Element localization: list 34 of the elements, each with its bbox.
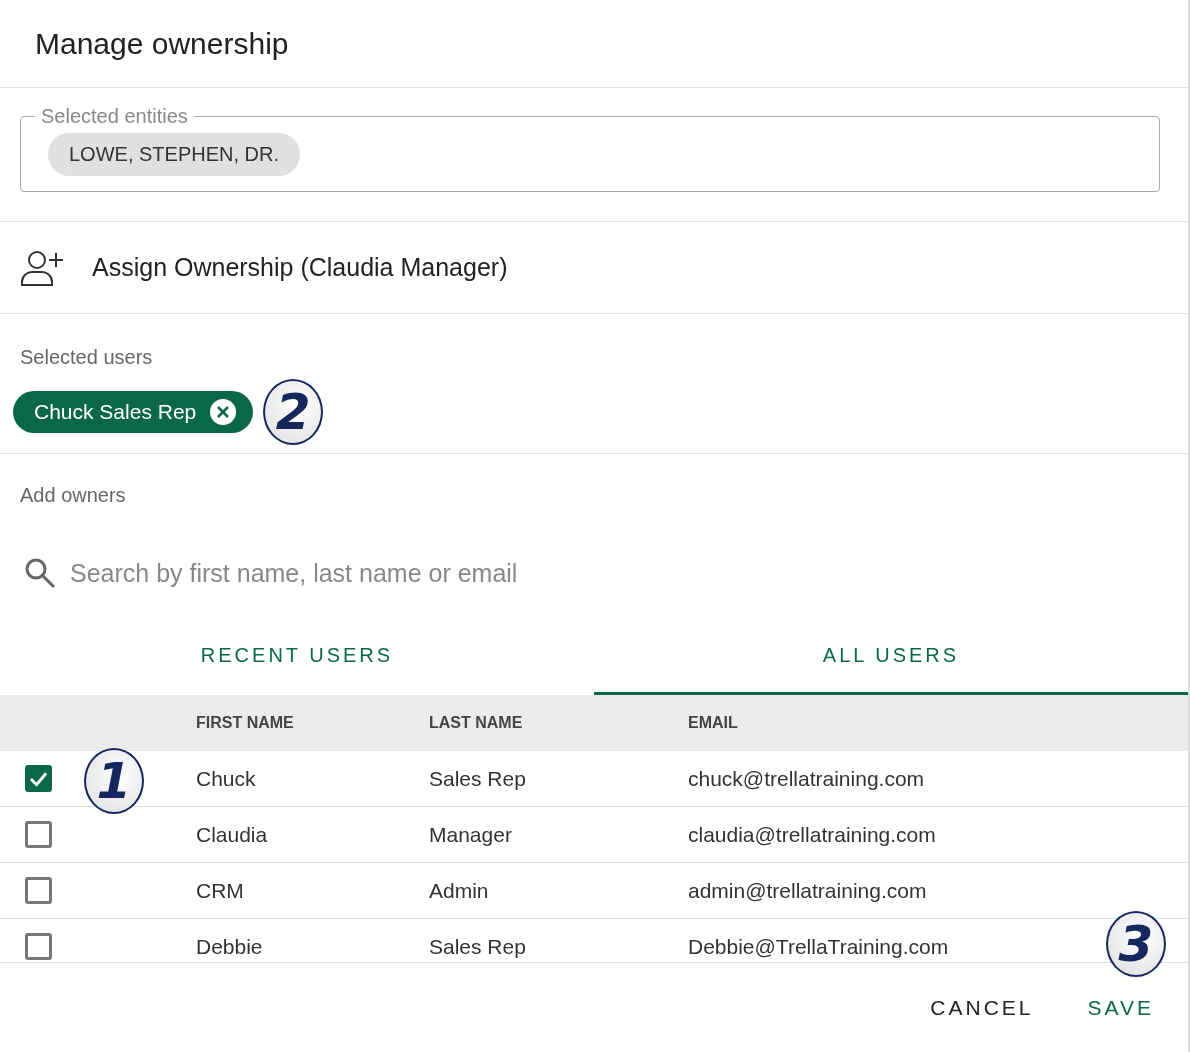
table-cell: Debbie — [196, 934, 263, 959]
table-cell: Sales Rep — [429, 766, 526, 791]
add-user-icon — [20, 248, 66, 287]
step-number-badge: 1 — [84, 748, 144, 814]
user-chip[interactable]: Chuck Sales Rep — [13, 391, 254, 433]
table-cell: CRM — [196, 878, 244, 903]
entity-chip: LOWE, STEPHEN, DR. — [48, 132, 301, 176]
remove-icon[interactable] — [209, 398, 238, 426]
checkbox[interactable] — [25, 933, 52, 960]
table-cell: Manager — [429, 822, 512, 847]
search-icon — [24, 557, 56, 589]
save-button[interactable]: SAVE — [1075, 988, 1166, 1028]
table-cell: Sales Rep — [429, 934, 526, 959]
assign-ownership-label: Assign Ownership (Claudia Manager) — [92, 253, 508, 282]
dialog-title: Manage ownership — [35, 26, 289, 61]
cancel-button[interactable]: CANCEL — [918, 988, 1046, 1028]
checkbox[interactable] — [25, 877, 52, 904]
table-cell: admin@trellatraining.com — [688, 878, 927, 903]
column-header: EMAIL — [688, 714, 739, 732]
step-number-badge: 3 — [1106, 911, 1166, 977]
table-cell: claudia@trellatraining.com — [688, 822, 936, 847]
tab[interactable]: RECENT USERS — [0, 619, 594, 695]
step-number-badge: 2 — [263, 379, 324, 445]
section-label: Add owners — [20, 484, 127, 507]
column-header: FIRST NAME — [196, 714, 295, 732]
table-cell: Admin — [429, 878, 489, 903]
table-cell: Chuck — [196, 766, 256, 791]
table-cell: Claudia — [196, 822, 268, 847]
table-cell: chuck@trellatraining.com — [688, 766, 925, 791]
checkbox[interactable] — [25, 821, 52, 848]
column-header: LAST NAME — [429, 714, 524, 732]
checkbox[interactable] — [25, 765, 52, 792]
table-cell: Debbie@TrellaTraining.com — [688, 934, 949, 959]
section-label: Selected users — [20, 346, 154, 369]
